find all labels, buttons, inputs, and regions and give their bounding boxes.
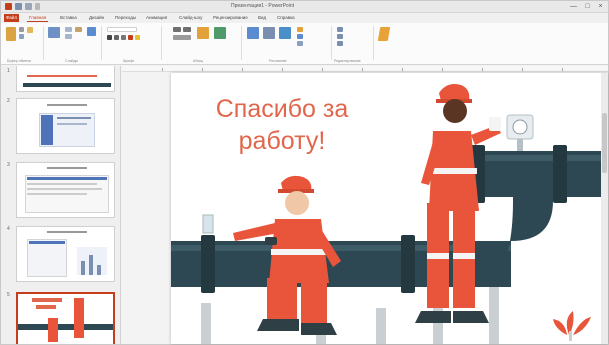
- gauge-stem: [517, 139, 523, 151]
- quick-styles-icon[interactable]: [279, 27, 291, 39]
- powerpoint-window: Презентация1 - PowerPoint — □ × Файл Гла…: [0, 0, 609, 345]
- ribbon-separator: [331, 26, 332, 60]
- slide-thumbnail-1[interactable]: [16, 66, 115, 92]
- pipe-flange: [401, 235, 415, 293]
- group-paragraph-label: Абзац: [193, 59, 203, 63]
- hard-hat-icon: [439, 84, 470, 101]
- window-title: Презентация1 - PowerPoint: [231, 3, 294, 9]
- ribbon: Буфер обмена Слайды Шрифт Абзац Рисовани…: [1, 23, 608, 65]
- close-button[interactable]: ×: [596, 2, 605, 11]
- ribbon-separator: [101, 26, 102, 60]
- tab-design[interactable]: Дизайн: [87, 14, 106, 22]
- slide-thumbnail-3[interactable]: [16, 162, 115, 218]
- section-icon[interactable]: [75, 27, 82, 32]
- paste-icon[interactable]: [6, 27, 16, 41]
- pipe-support: [201, 303, 211, 344]
- reuse-slides-icon[interactable]: [87, 27, 96, 36]
- ribbon-separator: [161, 26, 162, 60]
- group-clipboard-label: Буфер обмена: [7, 59, 31, 63]
- group-font-label: Шрифт: [123, 59, 135, 63]
- designer-icon[interactable]: [377, 27, 391, 41]
- group-editing-label: Редактирование: [334, 59, 361, 63]
- gauge-icon: [512, 119, 528, 135]
- bold-icon[interactable]: [107, 35, 112, 40]
- save-icon[interactable]: [5, 3, 12, 10]
- arrange-icon[interactable]: [263, 27, 275, 39]
- tab-animation[interactable]: Анимация: [144, 14, 169, 22]
- title-bar: Презентация1 - PowerPoint — □ ×: [1, 1, 608, 13]
- ribbon-separator: [241, 26, 242, 60]
- tab-slideshow[interactable]: Слайд-шоу: [177, 14, 204, 22]
- slide-thumbnail-pane[interactable]: 1 2 3 4 5: [1, 66, 121, 344]
- ribbon-tabs: Файл Главная Вставка Дизайн Переходы Ани…: [1, 13, 608, 23]
- group-slides-label: Слайды: [65, 59, 79, 63]
- align-icon[interactable]: [173, 35, 191, 40]
- format-painter-icon[interactable]: [27, 27, 33, 33]
- slide-thumbnail-5[interactable]: [16, 292, 115, 344]
- text-direction-icon[interactable]: [197, 27, 209, 39]
- bullets-icon[interactable]: [173, 27, 181, 32]
- undo-icon[interactable]: [15, 3, 22, 10]
- ribbon-separator: [373, 26, 374, 60]
- pipe-flange: [201, 235, 215, 293]
- redo-icon[interactable]: [25, 3, 32, 10]
- tab-review[interactable]: Рецензирование: [211, 14, 250, 22]
- glass-icon: [202, 214, 214, 234]
- workers-illustration: [171, 84, 608, 344]
- minimize-button[interactable]: —: [569, 2, 578, 11]
- numbering-icon[interactable]: [183, 27, 191, 32]
- new-slide-icon[interactable]: [48, 27, 60, 38]
- group-drawing-label: Рисование: [269, 59, 287, 63]
- find-icon[interactable]: [337, 27, 343, 32]
- cut-icon[interactable]: [19, 27, 24, 32]
- customize-toolbar-icon[interactable]: [35, 3, 40, 10]
- slide-number: 1: [7, 68, 10, 74]
- font-color-icon[interactable]: [128, 35, 133, 40]
- italic-icon[interactable]: [114, 35, 119, 40]
- vertical-scrollbar[interactable]: [601, 73, 608, 344]
- tab-transitions[interactable]: Переходы: [113, 14, 138, 22]
- ribbon-separator: [43, 26, 44, 60]
- pipe-support: [433, 305, 443, 344]
- hard-hat-icon: [281, 175, 312, 191]
- select-icon[interactable]: [337, 41, 343, 46]
- slide-number: 3: [7, 162, 10, 168]
- horizontal-ruler: [122, 66, 608, 72]
- replace-icon[interactable]: [337, 34, 343, 39]
- reset-icon[interactable]: [65, 34, 72, 39]
- slide-number: 4: [7, 226, 10, 232]
- smartart-icon[interactable]: [214, 27, 226, 39]
- standing-worker: [415, 84, 501, 323]
- shapes-icon[interactable]: [247, 27, 259, 39]
- tab-home[interactable]: Главная: [27, 14, 49, 22]
- shape-effects-icon[interactable]: [297, 41, 303, 46]
- tab-view[interactable]: Вид: [256, 14, 268, 22]
- tab-help[interactable]: Справка: [275, 14, 297, 22]
- pipe-support: [376, 308, 386, 344]
- slide-canvas[interactable]: Спасибо за работу!: [171, 73, 608, 344]
- tab-insert[interactable]: Вставка: [58, 14, 79, 22]
- slide-thumbnail-4[interactable]: [16, 226, 115, 282]
- slide-number: 2: [7, 98, 10, 104]
- plant-icon: [553, 311, 591, 341]
- shape-fill-icon[interactable]: [297, 27, 303, 32]
- font-box-icon[interactable]: [107, 27, 137, 32]
- scrollbar-thumb[interactable]: [602, 113, 607, 173]
- phone-icon: [265, 237, 277, 245]
- pipe-flange: [553, 145, 567, 203]
- shape-outline-icon[interactable]: [297, 34, 303, 39]
- layout-icon[interactable]: [65, 27, 72, 32]
- copy-icon[interactable]: [19, 34, 24, 39]
- slide-number: 5: [7, 292, 10, 298]
- highlight-icon[interactable]: [135, 35, 140, 40]
- underline-icon[interactable]: [121, 35, 126, 40]
- maximize-button[interactable]: □: [583, 2, 592, 11]
- slide-thumbnail-2[interactable]: [16, 98, 115, 154]
- tab-file[interactable]: Файл: [4, 14, 20, 22]
